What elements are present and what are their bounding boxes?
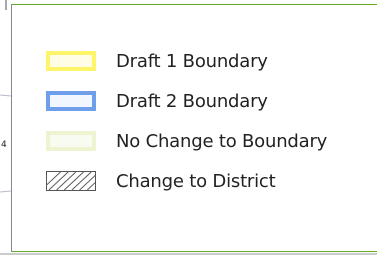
legend-item-change-district: Change to District xyxy=(46,169,276,193)
hatch-pattern-swatch xyxy=(46,171,96,191)
legend-item-no-change: No Change to Boundary xyxy=(46,129,327,153)
map-legend: Draft 1 Boundary Draft 2 Boundary No Cha… xyxy=(11,4,377,252)
map-viewport: 4 Draft 1 Boundary Draft 2 Boundary No C… xyxy=(0,0,377,260)
diagonal-hatch-icon xyxy=(47,172,95,190)
legend-label: Draft 2 Boundary xyxy=(116,90,268,112)
map-road-line xyxy=(0,190,12,193)
map-edge-label: 4 xyxy=(1,140,7,150)
legend-item-draft-1: Draft 1 Boundary xyxy=(46,49,268,73)
map-road-line xyxy=(0,94,12,97)
blue-boundary-swatch xyxy=(46,91,96,111)
legend-item-draft-2: Draft 2 Boundary xyxy=(46,89,268,113)
legend-label: No Change to Boundary xyxy=(116,130,328,152)
yellow-boundary-swatch xyxy=(46,51,96,71)
legend-label: Change to District xyxy=(116,170,276,192)
pale-boundary-swatch xyxy=(46,131,96,151)
legend-label: Draft 1 Boundary xyxy=(116,50,268,72)
